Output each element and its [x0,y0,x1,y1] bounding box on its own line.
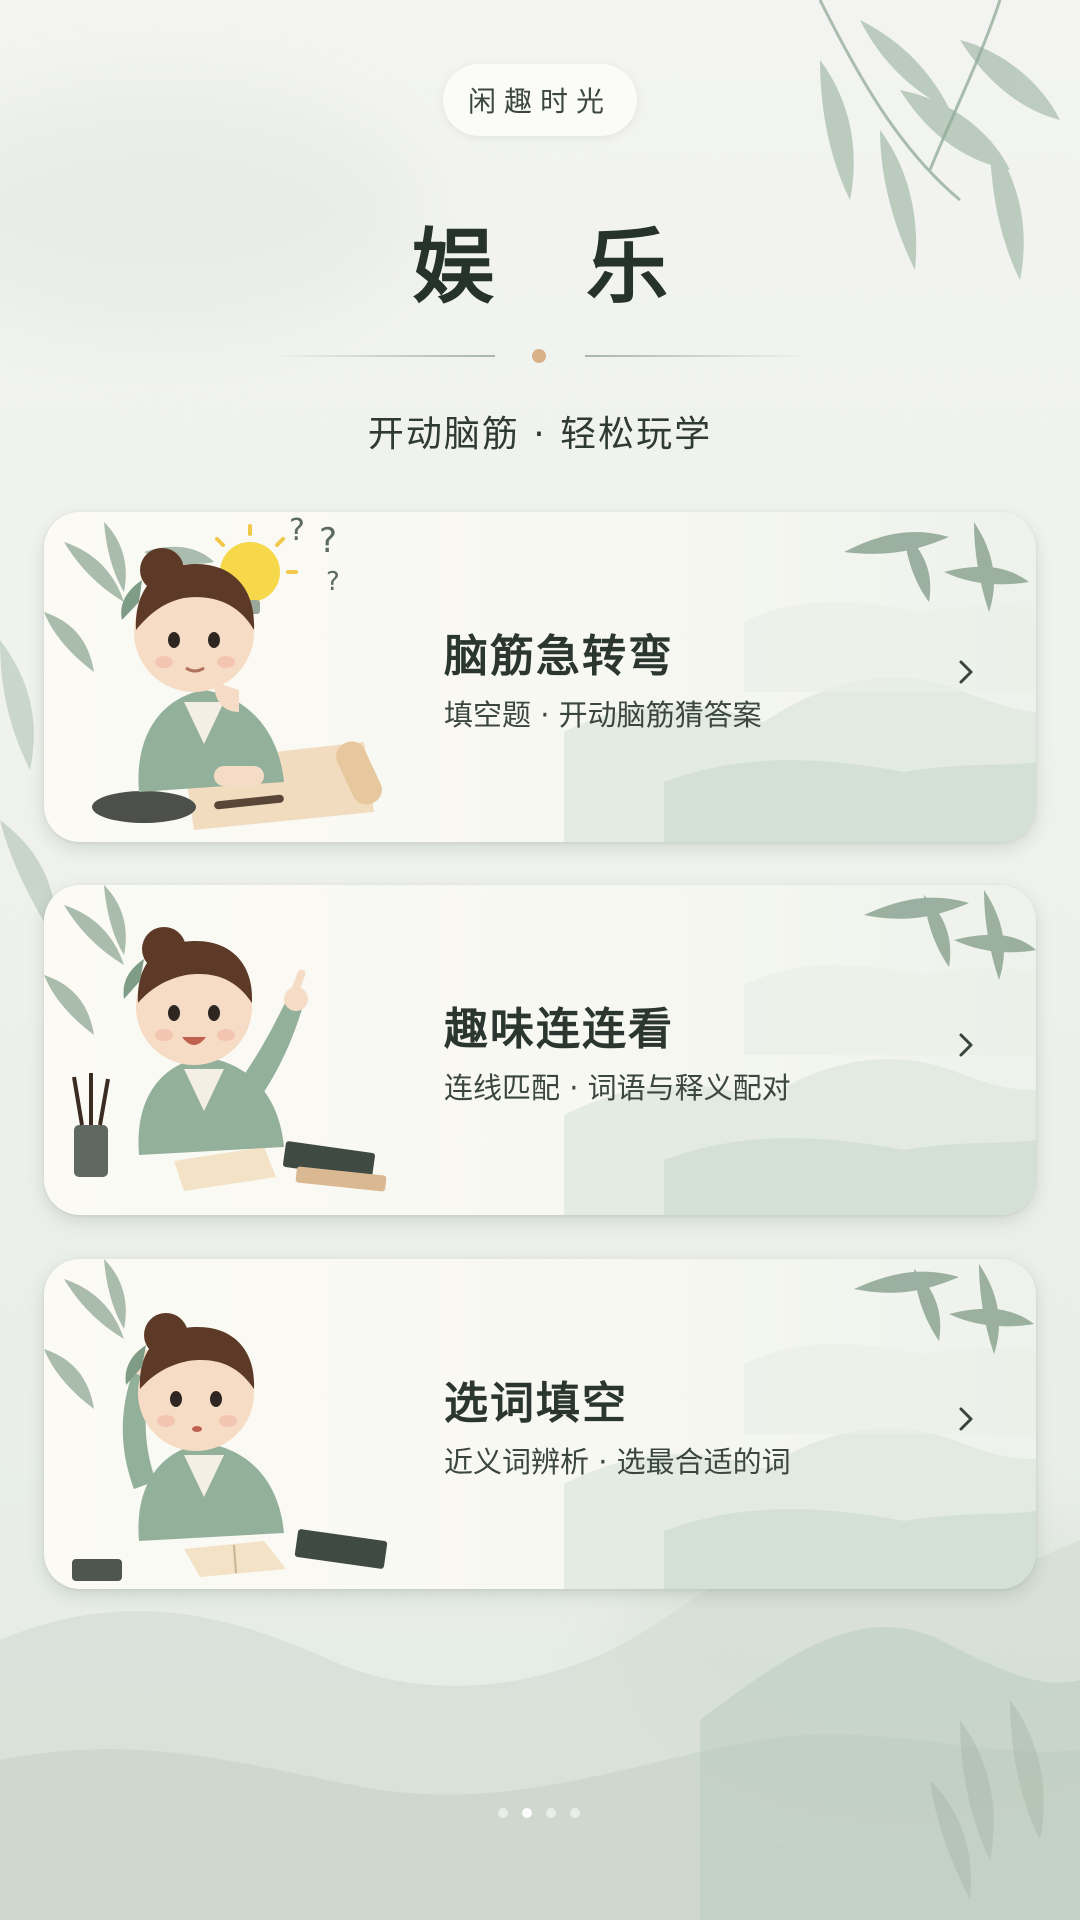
page-title: 娱乐 [411,220,760,315]
title-divider-right [585,355,810,357]
card-matching-game[interactable]: 趣味连连看 连线匹配 · 词语与释义配对 [44,885,1036,1215]
page-indicator [498,1808,580,1818]
child-scratching-head-illustration [72,1313,388,1581]
card-brain-teaser[interactable]: ? ? ? 脑筋急转弯 填空题 · 开动脑筋猜答案 [44,512,1036,842]
page-dot [498,1808,508,1818]
title-divider-dot [532,349,546,363]
chevron-right-icon[interactable] [946,1025,986,1065]
svg-text:?: ? [289,513,305,548]
page-dot [570,1808,580,1818]
card-title: 趣味连连看 [444,1004,674,1055]
card-title: 选词填空 [444,1378,628,1429]
title-divider-left [270,355,495,357]
page-dot-active [522,1808,532,1818]
card-description: 填空题 · 开动脑筋猜答案 [444,698,762,732]
card-word-fill[interactable]: 选词填空 近义词辨析 · 选最合适的词 [44,1259,1036,1589]
card-title: 脑筋急转弯 [444,631,674,682]
chevron-right-icon[interactable] [946,1399,986,1439]
card-description: 近义词辨析 · 选最合适的词 [444,1445,791,1479]
child-thinking-illustration: ? ? ? [92,513,382,830]
section-badge: 闲趣时光 [443,64,637,136]
child-pointing-illustration [72,927,387,1192]
chevron-right-icon[interactable] [946,652,986,692]
card-description: 连线匹配 · 词语与释义配对 [444,1071,791,1105]
page-dot [546,1808,556,1818]
svg-text:?: ? [326,567,340,597]
svg-text:?: ? [319,521,337,561]
page-subtitle: 开动脑筋 · 轻松玩学 [367,414,713,455]
